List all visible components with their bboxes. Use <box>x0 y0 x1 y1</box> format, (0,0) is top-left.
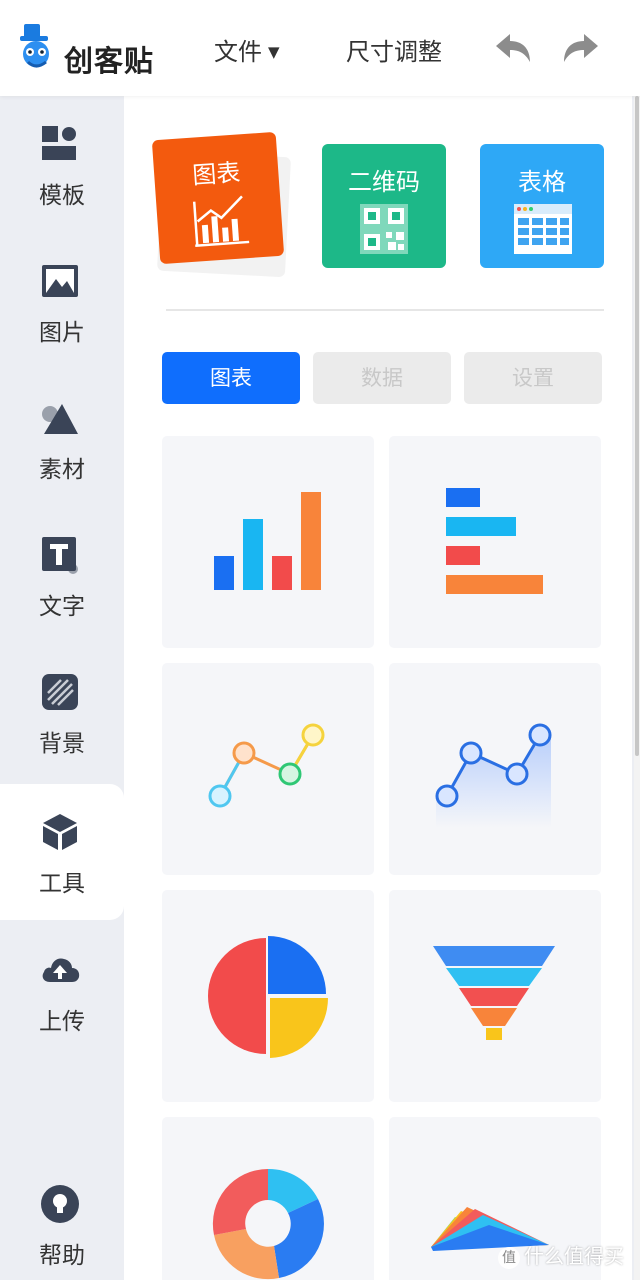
table-tool-label: 表格 <box>518 168 566 196</box>
watermark: 值什么值得买 <box>498 1240 624 1269</box>
donut-chart-icon <box>212 1168 324 1280</box>
resize-menu[interactable]: 尺寸调整 <box>346 32 442 67</box>
sidebar-item-images[interactable]: 图片 <box>0 233 124 369</box>
horizontal-bar-chart-option[interactable] <box>389 436 601 648</box>
sidebar-item-label: 帮助 <box>39 1243 85 1269</box>
divider <box>166 309 604 311</box>
sidebar-item-background[interactable]: 背景 <box>0 644 124 780</box>
pie-chart-icon <box>208 936 328 1058</box>
logo-text: 创客贴 <box>64 44 155 78</box>
template-icon <box>42 126 76 160</box>
tab-settings[interactable]: 设置 <box>464 352 602 404</box>
file-menu-label: 文件 <box>214 38 262 66</box>
bar-chart-option[interactable] <box>162 436 374 648</box>
sidebar-item-upload[interactable]: 上传 <box>0 922 124 1058</box>
material-icon <box>42 404 78 434</box>
file-menu[interactable]: 文件 ▼ <box>214 32 280 67</box>
chart-tool-icon <box>192 195 250 247</box>
table-tool-button[interactable]: 表格 <box>480 144 604 268</box>
tab-data[interactable]: 数据 <box>313 352 451 404</box>
redo-icon[interactable] <box>562 32 600 64</box>
sidebar: 模板 图片 素材 文字 背景 工具 上传 帮助 <box>0 96 124 1280</box>
bar-chart-icon <box>214 492 321 590</box>
qrcode-tool-label: 二维码 <box>348 168 420 196</box>
lightbulb-icon <box>41 1185 79 1223</box>
tools-panel: 图表 二维码 表格 图表 数据 设置 <box>124 96 632 1280</box>
text-icon <box>42 537 78 574</box>
line-chart-option[interactable] <box>162 663 374 875</box>
cloud-upload-icon <box>42 958 80 982</box>
sidebar-item-label: 工具 <box>39 871 85 897</box>
top-bar: 创客贴 文件 ▼ 尺寸调整 <box>0 0 640 96</box>
sidebar-item-label: 素材 <box>39 457 85 483</box>
funnel-chart-icon <box>433 946 555 1040</box>
scrollbar-thumb[interactable] <box>635 96 639 756</box>
sidebar-item-help[interactable]: 帮助 <box>0 1156 124 1280</box>
funnel-chart-option[interactable] <box>389 890 601 1102</box>
sidebar-item-label: 图片 <box>39 320 85 346</box>
app-window: 创客贴 文件 ▼ 尺寸调整 模板 图片 素材 文字 背景 工具 上传 帮助 图表… <box>0 0 640 1280</box>
logo-mascot-icon <box>20 24 49 68</box>
area-chart-option[interactable] <box>389 663 601 875</box>
sidebar-item-label: 上传 <box>39 1009 85 1035</box>
qrcode-icon <box>360 204 408 254</box>
caret-down-icon: ▼ <box>268 43 280 61</box>
undo-icon[interactable] <box>494 32 532 64</box>
qrcode-tool-button[interactable]: 二维码 <box>322 144 446 268</box>
donut-chart-option[interactable] <box>162 1117 374 1280</box>
background-icon <box>42 674 78 710</box>
tab-chart[interactable]: 图表 <box>162 352 300 404</box>
table-icon <box>514 204 572 254</box>
line-chart-icon <box>208 723 325 808</box>
sidebar-item-templates[interactable]: 模板 <box>0 96 124 232</box>
sidebar-item-label: 模板 <box>39 183 85 209</box>
image-icon <box>42 265 78 297</box>
logo[interactable]: 创客贴 <box>18 22 178 78</box>
pie-chart-option[interactable] <box>162 890 374 1102</box>
chart-tool-label: 图表 <box>191 158 242 190</box>
tools-cube-icon <box>43 814 77 850</box>
sidebar-item-tools[interactable]: 工具 <box>0 784 124 920</box>
sidebar-item-text[interactable]: 文字 <box>0 507 124 643</box>
scrollbar[interactable] <box>634 96 640 1280</box>
horizontal-bar-chart-icon <box>446 488 543 594</box>
sidebar-item-label: 文字 <box>39 594 85 620</box>
watermark-logo-icon: 值 <box>498 1246 520 1269</box>
chart-tool-button[interactable]: 图表 <box>151 131 285 265</box>
watermark-text: 什么值得买 <box>524 1244 624 1268</box>
sidebar-item-label: 背景 <box>39 731 85 757</box>
area-chart-icon <box>435 723 552 828</box>
sidebar-item-materials[interactable]: 素材 <box>0 370 124 506</box>
